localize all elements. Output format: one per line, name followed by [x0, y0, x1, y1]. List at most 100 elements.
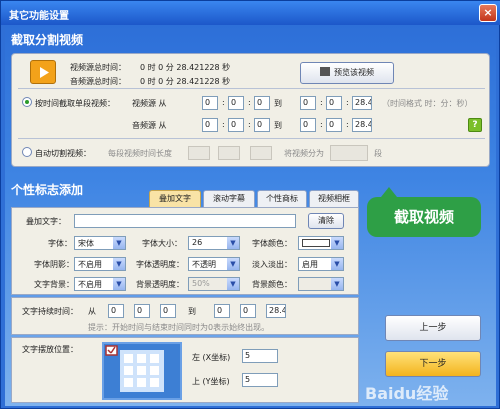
sep: :	[248, 98, 251, 107]
font-color-label: 字体颜色：	[252, 239, 292, 248]
tab-custom-logo[interactable]: 个性商标	[257, 190, 307, 207]
video-end-minute[interactable]: 0	[326, 96, 342, 110]
left-x-input[interactable]: 5	[242, 349, 278, 363]
duration-end-hour[interactable]: 0	[214, 304, 230, 318]
by-time-label: 按时间截取单段视频：	[35, 99, 115, 108]
prev-step-button[interactable]: 上一步	[385, 315, 481, 341]
auto-split-radio[interactable]	[22, 147, 32, 157]
duration-panel: 文字持续时间： 从 0 0 0 到 0 0 28.4 提示：开始时间与结束时间同…	[11, 297, 359, 335]
font-size-label: 字体大小：	[142, 239, 182, 248]
chevron-down-icon: ▼	[113, 278, 125, 290]
auto-split-label: 自动切割视频：	[35, 149, 91, 158]
to-label: 到	[274, 121, 282, 130]
fade-select[interactable]: 启用 ▼	[298, 257, 344, 271]
split-into-label: 将视频分为	[284, 149, 324, 158]
text-bg-value: 不启用	[78, 280, 102, 289]
audio-source-time-label: 音频源总时间：	[70, 77, 126, 86]
from-label: 从	[88, 307, 96, 316]
audio-start-minute[interactable]: 0	[228, 118, 244, 132]
tab-scrolling-subtitle[interactable]: 滚动字幕	[203, 190, 255, 207]
divider	[18, 88, 485, 89]
audio-end-second[interactable]: 28.4	[352, 118, 372, 132]
clear-button[interactable]: 清除	[308, 213, 344, 229]
shadow-select[interactable]: 不启用 ▼	[74, 257, 126, 271]
opacity-select[interactable]: 不透明 ▼	[188, 257, 240, 271]
video-start-minute[interactable]: 0	[228, 96, 244, 110]
sep: :	[320, 98, 323, 107]
duration-end-second[interactable]: 28.4	[266, 304, 286, 318]
video-end-second[interactable]: 28.4	[352, 96, 372, 110]
chevron-down-icon: ▼	[227, 258, 239, 270]
client-area: 截取分割视频 视频源总时间： 0 时 0 分 28.421228 秒 音频源总时…	[5, 25, 496, 406]
video-source-time-label: 视频源总时间：	[70, 63, 126, 72]
sep: :	[320, 120, 323, 129]
segment-second	[250, 146, 272, 160]
duration-label: 文字持续时间：	[22, 307, 78, 316]
segment-count-input	[330, 145, 368, 161]
top-y-label: 上 (Y坐标)	[192, 377, 230, 386]
video-row-label: 视频源 从	[132, 99, 167, 108]
audio-end-minute[interactable]: 0	[326, 118, 342, 132]
overlay-text-input[interactable]	[74, 214, 296, 228]
font-label: 字体：	[48, 239, 72, 248]
audio-start-hour[interactable]: 0	[202, 118, 218, 132]
title-bar: 其它功能设置 ×	[1, 1, 500, 25]
bg-color-label: 背景颜色：	[252, 280, 292, 289]
position-grid[interactable]	[102, 342, 182, 400]
shadow-label: 字体阴影：	[34, 260, 74, 269]
video-file-icon	[30, 60, 56, 84]
film-icon	[320, 67, 330, 76]
fade-value: 启用	[302, 260, 318, 269]
next-step-button[interactable]: 下一步	[385, 351, 481, 377]
chevron-down-icon: ▼	[331, 237, 343, 249]
overlay-text-panel: 叠加文字： 清除 字体： 宋体 ▼ 字体大小： 26 ▼ 字体颜色： ▼ 字体阴影：…	[11, 207, 359, 295]
sep: :	[346, 98, 349, 107]
audio-row-label: 音频源 从	[132, 121, 167, 130]
duration-start-hour[interactable]: 0	[108, 304, 124, 318]
to-label: 到	[188, 307, 196, 316]
chevron-down-icon: ▼	[331, 258, 343, 270]
chevron-down-icon: ▼	[227, 237, 239, 249]
tab-overlay-text[interactable]: 叠加文字	[149, 190, 201, 207]
preview-video-label: 预览该视频	[334, 68, 374, 77]
font-color-picker[interactable]: ▼	[298, 236, 344, 250]
segment-hour	[188, 146, 210, 160]
font-size-value: 26	[192, 238, 203, 247]
duration-end-minute[interactable]: 0	[240, 304, 256, 318]
video-end-hour[interactable]: 0	[300, 96, 316, 110]
logo-section-title: 个性标志添加	[11, 183, 84, 197]
chevron-down-icon: ▼	[227, 278, 239, 290]
by-time-radio[interactable]	[22, 97, 32, 107]
tab-video-frame[interactable]: 视频相框	[309, 190, 359, 207]
top-y-input[interactable]: 5	[242, 373, 278, 387]
duration-start-second[interactable]: 0	[160, 304, 176, 318]
duration-start-minute[interactable]: 0	[134, 304, 150, 318]
video-source-time-value: 0 时 0 分 28.421228 秒	[140, 63, 231, 72]
bg-color-picker: ▼	[298, 277, 344, 291]
help-icon[interactable]: ?	[468, 118, 482, 132]
annotation-callout: 截取视频	[367, 187, 481, 237]
overlay-text-label: 叠加文字：	[26, 217, 66, 226]
font-select[interactable]: 宋体 ▼	[74, 236, 126, 250]
preview-video-button[interactable]: 预览该视频	[300, 62, 394, 84]
chevron-down-icon: ▼	[113, 258, 125, 270]
segment-length-label: 每段视频时间长度	[108, 149, 172, 158]
opacity-label: 字体透明度：	[136, 260, 184, 269]
baidu-watermark: Baidu经验	[365, 384, 449, 403]
audio-source-time-value: 0 时 0 分 28.421228 秒	[140, 77, 231, 86]
position-panel: 文字摆放位置： 左 (X坐标) 5 上 (Y坐标) 5	[11, 337, 359, 403]
audio-end-hour[interactable]: 0	[300, 118, 316, 132]
audio-start-second[interactable]: 0	[254, 118, 270, 132]
to-label: 到	[274, 99, 282, 108]
chevron-down-icon: ▼	[331, 278, 343, 290]
fade-label: 淡入淡出：	[252, 260, 292, 269]
video-start-second[interactable]: 0	[254, 96, 270, 110]
left-x-label: 左 (X坐标)	[192, 353, 231, 362]
font-size-select[interactable]: 26 ▼	[188, 236, 240, 250]
divider	[18, 138, 485, 139]
close-button[interactable]: ×	[479, 4, 497, 22]
bg-opacity-value: 50%	[192, 279, 210, 288]
settings-window: 其它功能设置 × 截取分割视频 视频源总时间： 0 时 0 分 28.42122…	[0, 0, 500, 409]
video-start-hour[interactable]: 0	[202, 96, 218, 110]
text-bg-select[interactable]: 不启用 ▼	[74, 277, 126, 291]
